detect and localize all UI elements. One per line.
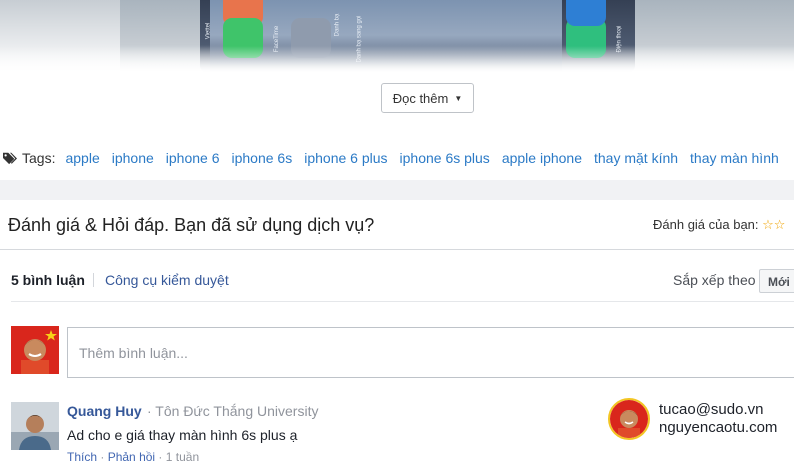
sort-label: Sắp xếp theo	[673, 272, 756, 288]
commenter-avatar[interactable]	[11, 402, 59, 450]
section-divider	[0, 180, 794, 200]
comment-input-box[interactable]	[67, 327, 794, 378]
reply-link[interactable]: Phản hồi	[108, 450, 155, 463]
review-header: Đánh giá & Hỏi đáp. Bạn đã sử dụng dịch …	[0, 200, 794, 250]
contact-email: tucao@sudo.vn	[659, 401, 764, 418]
rating-widget: Đánh giá của bạn: ☆☆	[653, 217, 785, 233]
caret-down-icon: ▼	[454, 93, 463, 103]
comment-count: 5 bình luận	[11, 272, 85, 288]
tag-link[interactable]: iphone 6 plus	[304, 150, 387, 166]
star-icon[interactable]: ☆☆	[762, 217, 785, 232]
phone-image: Viettel FaceTime Danh bạ Danh bạ sang gọ…	[0, 0, 794, 74]
sort-dropdown[interactable]: Mới	[759, 269, 794, 293]
moderation-tools-link[interactable]: Công cụ kiểm duyệt	[105, 272, 229, 288]
read-more-button[interactable]: Đọc thêm ▼	[381, 83, 474, 113]
tag-link[interactable]: iphone	[112, 150, 154, 166]
comment-time: · 1 tuần	[158, 450, 200, 463]
tag-link[interactable]: thay màn hình	[690, 150, 779, 166]
author-avatar	[608, 398, 650, 440]
tag-link[interactable]: thay mặt kính	[594, 150, 678, 166]
comments-toolbar: 5 bình luận Công cụ kiểm duyệt Sắp xếp t…	[11, 266, 794, 302]
review-title: Đánh giá & Hỏi đáp. Bạn đã sử dụng dịch …	[8, 215, 375, 235]
comment-input[interactable]	[68, 328, 794, 377]
tag-link[interactable]: iphone 6s plus	[400, 150, 490, 166]
tag-link[interactable]: iphone 6s	[232, 150, 293, 166]
image-text: Viettel	[205, 22, 212, 40]
read-more-label: Đọc thêm	[392, 90, 449, 106]
separator-dot: ·	[100, 450, 105, 463]
comment-item: Quang Huy · Tôn Đức Thắng University Ad …	[11, 400, 601, 463]
comment-actions: Thích · Phản hồi · 1 tuần	[67, 450, 199, 463]
tag-link[interactable]: apple iphone	[502, 150, 582, 166]
avatar	[11, 326, 59, 374]
contact-box: tucao@sudo.vn nguyencaotu.com	[608, 398, 794, 442]
tags-icon	[3, 152, 17, 165]
tag-link[interactable]: apple	[65, 150, 99, 166]
image-fade	[0, 46, 794, 74]
image-text: Danh bạ	[334, 13, 341, 37]
tags-row: Tags: apple iphone iphone 6 iphone 6s ip…	[2, 148, 791, 168]
rating-label: Đánh giá của bạn:	[653, 217, 759, 232]
commenter-name[interactable]: Quang Huy	[67, 403, 142, 419]
tags-label: Tags:	[22, 150, 56, 166]
contact-website: nguyencaotu.com	[659, 419, 778, 436]
separator	[93, 273, 94, 287]
tag-link[interactable]: iphone 6	[166, 150, 220, 166]
page: Viettel FaceTime Danh bạ Danh bạ sang gọ…	[0, 0, 794, 463]
mail-app-icon	[566, 0, 606, 26]
like-link[interactable]: Thích	[67, 450, 97, 463]
commenter-school: · Tôn Đức Thắng University	[147, 403, 319, 419]
comment-text: Ad cho e giá thay màn hình 6s plus ạ	[67, 427, 298, 443]
